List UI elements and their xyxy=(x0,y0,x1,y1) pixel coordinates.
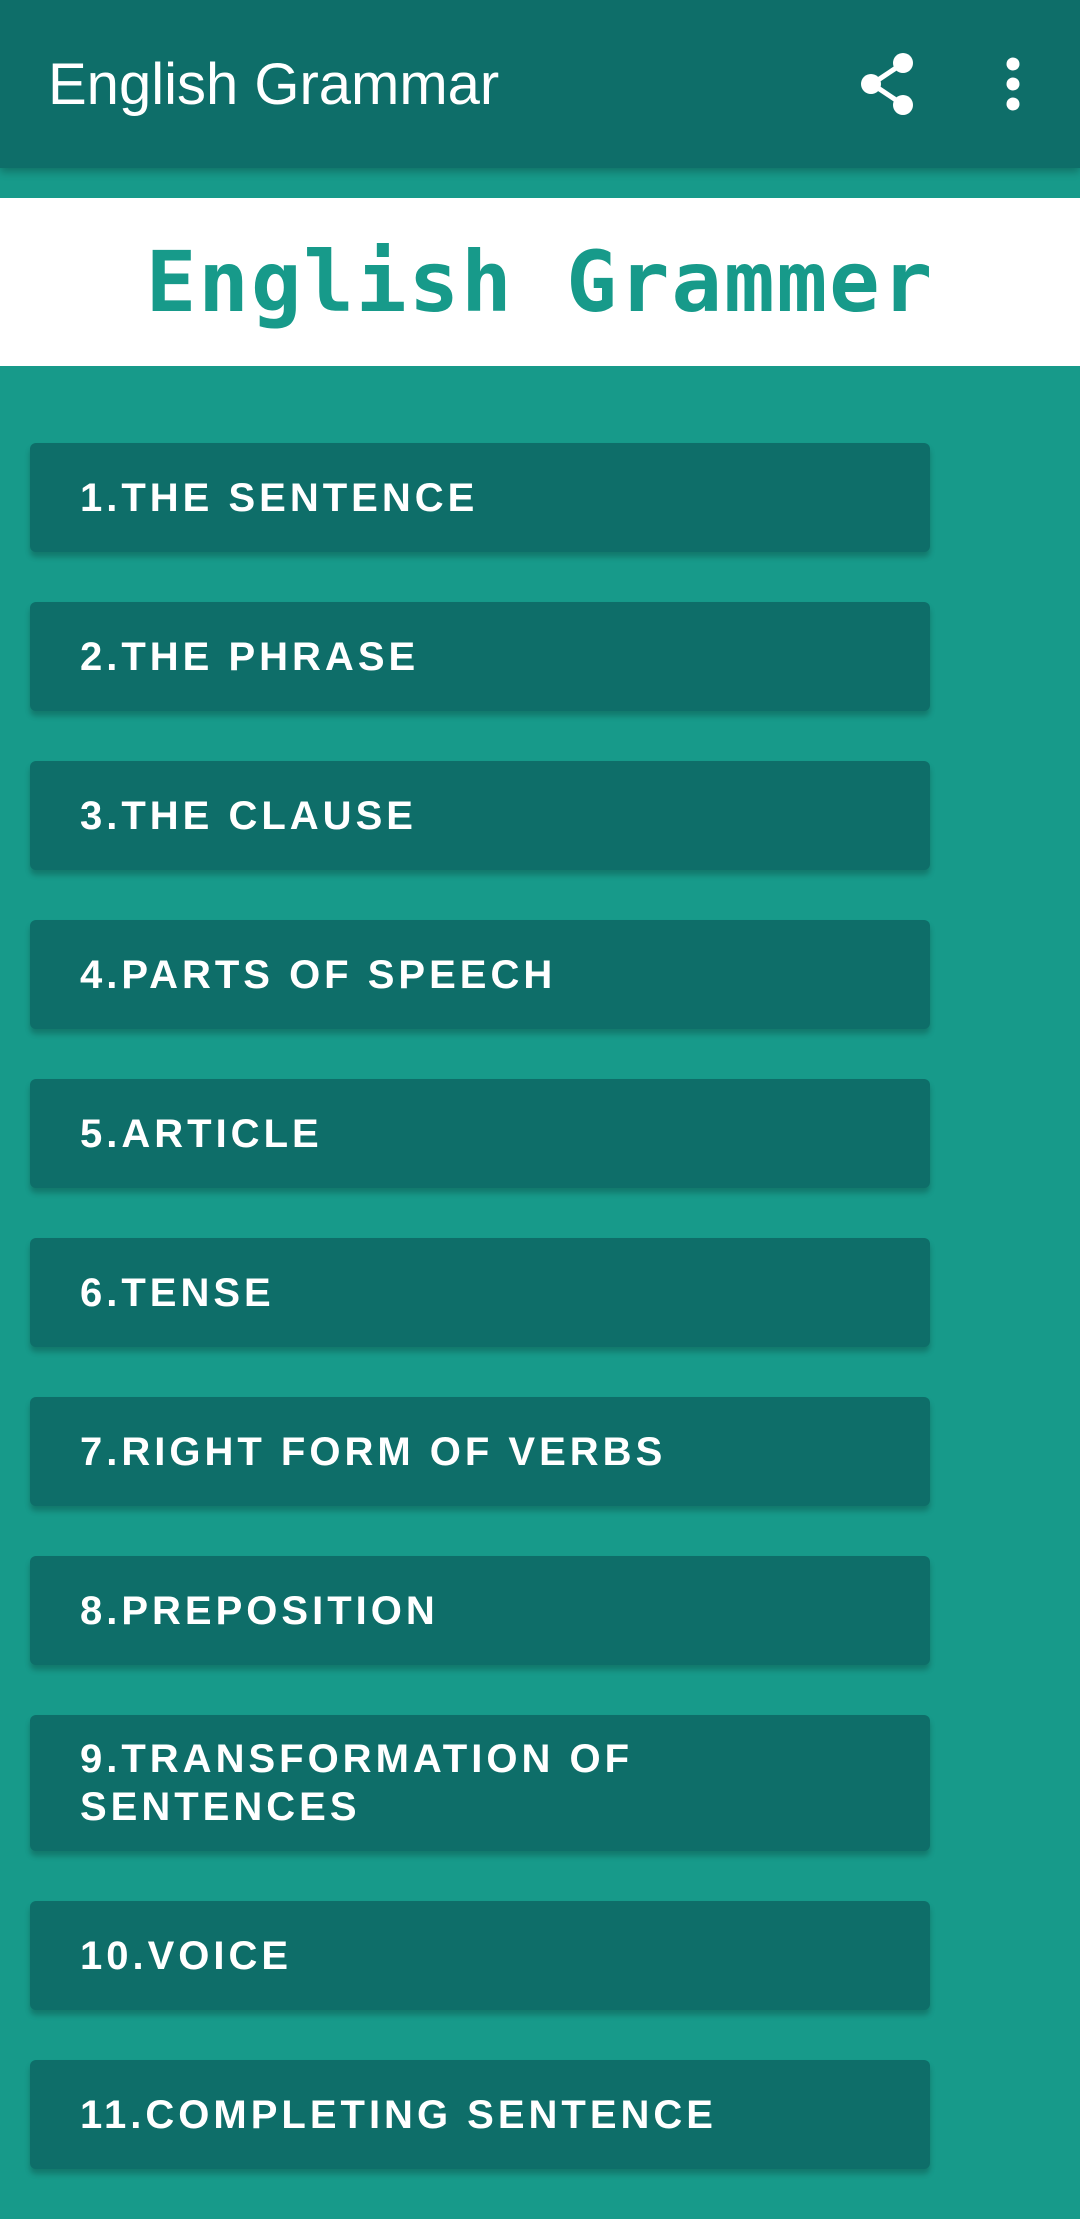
topic-item-right-form-of-verbs[interactable]: 7.RIGHT FORM OF VERBS xyxy=(30,1397,930,1506)
banner: English Grammer xyxy=(0,198,1080,366)
share-icon xyxy=(861,53,913,115)
topic-label: 4.PARTS OF SPEECH xyxy=(80,952,557,997)
topic-label: 5.ARTICLE xyxy=(80,1111,323,1156)
topic-item-preposition[interactable]: 8.PREPOSITION xyxy=(30,1556,930,1665)
more-vert-icon xyxy=(1006,57,1020,111)
topic-item-transformation-of-sentences[interactable]: 9.TRANSFORMATION OF SENTENCES xyxy=(30,1715,930,1851)
topic-item-parts-of-speech[interactable]: 4.PARTS OF SPEECH xyxy=(30,920,930,1029)
topic-item-article[interactable]: 5.ARTICLE xyxy=(30,1079,930,1188)
share-button[interactable] xyxy=(848,44,928,124)
topic-label: 3.THE CLAUSE xyxy=(80,793,417,838)
app-title: English Grammar xyxy=(48,52,500,117)
topic-label: 1.THE SENTENCE xyxy=(80,475,479,520)
topic-item-voice[interactable]: 10.VOICE xyxy=(30,1901,930,2010)
more-options-button[interactable] xyxy=(973,44,1053,124)
topic-item-tense[interactable]: 6.TENSE xyxy=(30,1238,930,1347)
topic-label: 11.COMPLETING SENTENCE xyxy=(80,2092,717,2137)
topic-item-sentence[interactable]: 1.THE SENTENCE xyxy=(30,443,930,552)
topic-item-clause[interactable]: 3.THE CLAUSE xyxy=(30,761,930,870)
topic-label: 7.RIGHT FORM OF VERBS xyxy=(80,1429,667,1474)
topic-item-completing-sentence[interactable]: 11.COMPLETING SENTENCE xyxy=(30,2060,930,2169)
topic-label: 10.VOICE xyxy=(80,1933,293,1978)
topic-label: 9.TRANSFORMATION OF SENTENCES xyxy=(80,1737,634,1829)
topic-label: 2.THE PHRASE xyxy=(80,634,420,679)
topic-list: 1.THE SENTENCE 2.THE PHRASE 3.THE CLAUSE… xyxy=(30,443,930,2219)
banner-title: English Grammer xyxy=(145,233,935,331)
topic-label: 6.TENSE xyxy=(80,1270,275,1315)
topic-label: 8.PREPOSITION xyxy=(80,1588,439,1633)
topic-item-phrase[interactable]: 2.THE PHRASE xyxy=(30,602,930,711)
app-bar: English Grammar xyxy=(0,0,1080,168)
